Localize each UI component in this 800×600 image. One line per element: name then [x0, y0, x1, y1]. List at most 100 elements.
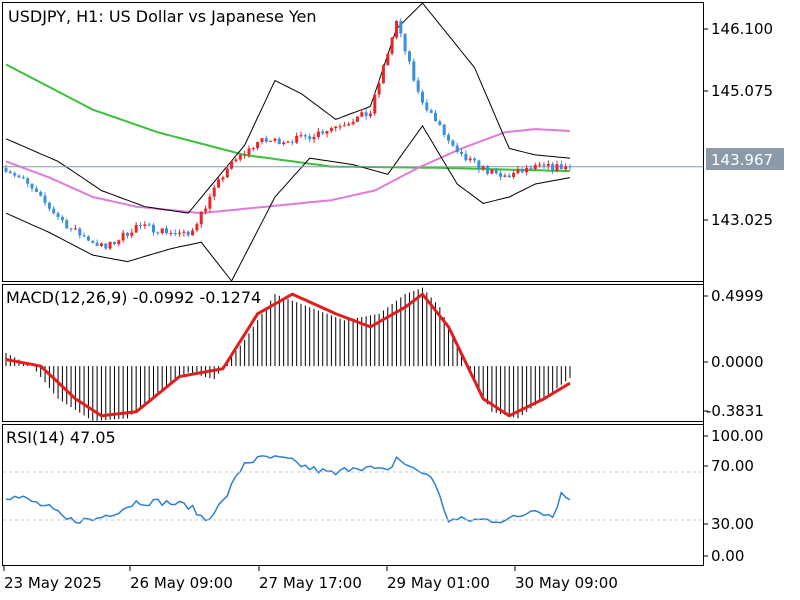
candle-body — [217, 179, 221, 188]
price-tick-label: 145.075 — [711, 82, 773, 100]
rsi-tick-label: 70.00 — [711, 457, 754, 475]
candle-body — [451, 140, 455, 146]
candle-body — [551, 163, 555, 171]
candle-body — [403, 33, 407, 52]
candle-body — [429, 110, 433, 113]
candle-body — [191, 230, 195, 236]
time-tick-label: 29 May 01:00 — [387, 574, 490, 592]
candle-body — [169, 233, 173, 234]
candle-body — [269, 140, 273, 142]
candle-body — [34, 188, 38, 192]
candle-body — [26, 178, 30, 184]
candle-body — [564, 166, 568, 170]
candle-body — [559, 164, 563, 170]
price-tick-label: 146.100 — [711, 20, 773, 38]
candle-body — [225, 168, 229, 178]
candle-body — [421, 91, 424, 103]
candle-body — [412, 61, 416, 81]
candle-body — [99, 243, 103, 246]
candle-body — [234, 159, 238, 162]
price-pane[interactable] — [2, 2, 704, 282]
candle-body — [299, 135, 303, 137]
candle-body — [516, 169, 520, 173]
candle-body — [178, 232, 181, 234]
time-tick-label: 26 May 09:00 — [130, 574, 233, 592]
candle-body — [286, 141, 290, 143]
candle-body — [13, 173, 17, 176]
candle-body — [104, 243, 108, 249]
candle-body — [434, 112, 437, 122]
rsi-tick-label: 100.00 — [711, 427, 764, 445]
price-chart-title: USDJPY, H1: US Dollar vs Japanese Yen — [8, 7, 317, 26]
candle-body — [130, 232, 134, 236]
candle-body — [447, 135, 450, 141]
candle-body — [295, 135, 299, 143]
candle-body — [355, 116, 359, 122]
candle-body — [221, 177, 225, 180]
candle-body — [21, 177, 25, 179]
candle-body — [464, 153, 468, 161]
candle-body — [186, 231, 190, 236]
candle-body — [416, 80, 420, 92]
candle-body — [425, 102, 429, 111]
candle-body — [113, 242, 116, 245]
macd-tick-label: 0.4999 — [711, 287, 764, 305]
candle-body — [455, 145, 459, 152]
candle-body — [117, 240, 121, 245]
candle-body — [43, 195, 47, 203]
time-tick-label: 23 May 2025 — [4, 574, 102, 592]
candle-body — [408, 51, 411, 62]
candle-body — [273, 138, 277, 141]
candle-body — [47, 202, 51, 209]
candle-body — [399, 21, 403, 34]
candle-body — [73, 228, 77, 230]
candle-body — [199, 211, 203, 225]
candle-body — [473, 158, 477, 161]
candle-body — [56, 213, 60, 217]
candle-body — [143, 224, 147, 226]
candle-body — [538, 164, 542, 166]
candle-body — [195, 224, 199, 231]
candle-body — [4, 167, 8, 172]
time-tick-label: 27 May 17:00 — [259, 574, 362, 592]
candle-body — [503, 175, 507, 177]
candle-body — [329, 128, 333, 132]
candle-body — [30, 183, 34, 189]
candle-body — [568, 166, 572, 168]
candle-body — [395, 21, 398, 38]
candle-body — [60, 216, 64, 221]
macd-tick-label: 0.0000 — [711, 353, 764, 371]
candle-body — [442, 124, 446, 135]
candle-body — [525, 167, 529, 173]
rsi-tick-label: 30.00 — [711, 515, 754, 533]
candle-body — [95, 242, 99, 246]
candle-body — [139, 225, 142, 226]
candle-body — [486, 166, 490, 174]
candle-body — [377, 83, 381, 95]
candle-body — [247, 148, 251, 155]
candle-body — [529, 167, 533, 169]
candle-body — [126, 232, 129, 236]
rsi-label: RSI(14) 47.05 — [6, 428, 116, 447]
candle-body — [351, 121, 355, 124]
candle-body — [251, 148, 255, 149]
candle-body — [290, 141, 294, 143]
candle-body — [230, 161, 234, 169]
candle-body — [546, 163, 550, 166]
candle-body — [165, 228, 168, 234]
candle-body — [368, 113, 372, 116]
candle-body — [386, 53, 390, 66]
candle-body — [533, 165, 537, 169]
candle-body — [39, 192, 43, 196]
candle-body — [238, 155, 242, 160]
candle-body — [490, 169, 494, 174]
candle-body — [264, 138, 268, 142]
trading-chart[interactable]: 146.100 145.075 143.025 0.4999 0.0000 -0.3831… — [0, 0, 800, 600]
candle-body — [82, 235, 86, 237]
candle-body — [494, 169, 498, 174]
candle-body — [147, 224, 151, 226]
candle-body — [390, 37, 394, 54]
candle-body — [373, 94, 377, 114]
price-tick-label: 143.025 — [711, 211, 773, 229]
candle-body — [208, 196, 212, 209]
